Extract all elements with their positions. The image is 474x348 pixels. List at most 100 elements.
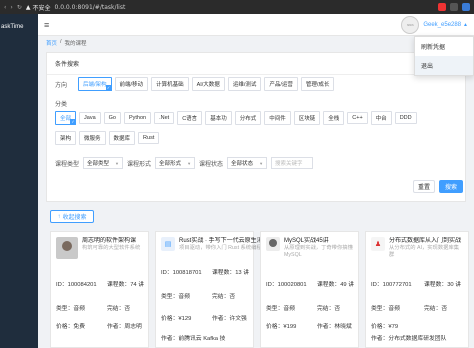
course-type: 类型：音频 — [371, 306, 401, 312]
course-author: 作者：分布式数据库研发团队 — [371, 336, 447, 342]
course-done: 完结：否 — [107, 306, 131, 312]
check-icon: ✓ — [105, 85, 112, 91]
collapse-search-button[interactable]: ↑ 收起搜索 — [50, 210, 94, 223]
category-chip[interactable]: .Net — [154, 112, 175, 124]
course-price: 价格：免费 — [56, 324, 86, 330]
panel-title: 条件搜索 — [47, 53, 465, 75]
category-chip[interactable]: Python — [123, 112, 152, 124]
course-desc: 构筑可靠的大型软件系统 — [82, 245, 141, 251]
extension-icon[interactable] — [438, 3, 446, 11]
course-desc: 从原理到实战，丁奇带你搞懂MySQL — [284, 245, 353, 258]
direction-chip[interactable]: AI/大数据 — [191, 77, 225, 91]
breadcrumb-home[interactable]: 首页 — [46, 39, 57, 47]
address-bar[interactable]: 0.0.0.0:8091/#/task/list — [54, 4, 125, 11]
menu-item-logout[interactable]: 退出 — [415, 56, 473, 75]
breadcrumb: 首页 / 我的课程 — [46, 39, 87, 47]
category-chip[interactable]: 架构 — [55, 131, 77, 145]
direction-chip[interactable]: 后端/架构 ✓ — [78, 77, 112, 91]
course-title: 分布式数据库从入门到实战 — [389, 238, 462, 244]
profile-icon[interactable] — [462, 3, 470, 11]
category-chip[interactable]: Rust — [138, 132, 160, 144]
course-desc: 从分布式的 AI，实现数据库集群 — [389, 245, 460, 258]
course-status-label: 课程状态 — [199, 161, 224, 168]
course-price: 价格：¥79 — [371, 324, 399, 330]
filter-row: 课程类型 全部类型 ▼ 课程形式 全部形式 ▼ 课程状态 全部状态 ▼ 搜索关键字 — [55, 157, 314, 169]
direction-chip[interactable]: 前端/移动 — [114, 77, 149, 91]
browser-toolbar: ‹ › ↻ ▲ 不安全 0.0.0.0:8091/#/task/list — [0, 0, 474, 14]
avatar[interactable]: hhhh — [401, 15, 420, 34]
course-id: ID：100020801 — [266, 282, 307, 288]
course-id: ID：100772701 — [371, 282, 412, 288]
breadcrumb-current: 我的课程 — [64, 41, 87, 47]
chevron-down-icon: ▼ — [259, 160, 264, 166]
category-row-2: 架构 微服务 数据库 Rust — [55, 131, 160, 145]
forward-icon[interactable]: › — [10, 4, 12, 11]
course-author-extra: 作者：前腾讯云 Kafka 技 — [161, 336, 226, 342]
direction-chip[interactable]: 管理/成长 — [300, 77, 335, 91]
chevron-down-icon: ▼ — [115, 160, 120, 166]
category-chip[interactable]: 分布式 — [234, 111, 262, 125]
course-status-select[interactable]: 全部状态 ▼ — [227, 157, 268, 169]
course-card[interactable]: 周志明的软件架构课 构筑可靠的大型软件系统 ID：100084201 课程数：7… — [50, 231, 149, 348]
hamburger-menu-icon[interactable]: ≡ — [44, 20, 49, 30]
warning-icon: ▲ — [25, 3, 31, 11]
course-card[interactable]: MySQL实战45讲 从原理到实战，丁奇带你搞懂MySQL ID：1000208… — [260, 231, 359, 348]
reset-button[interactable]: 重置 — [413, 180, 435, 193]
check-icon: ✓ — [70, 119, 77, 125]
chevron-down-icon: ▼ — [187, 160, 192, 166]
back-icon[interactable]: ‹ — [4, 4, 6, 11]
category-chip[interactable]: 全部 ✓ — [55, 111, 77, 125]
reload-icon[interactable]: ↻ — [17, 4, 22, 11]
user-name[interactable]: Geek_e5e288 — [423, 22, 461, 28]
course-thumbnail — [266, 237, 280, 251]
category-row-1: 全部 ✓ Java Go Python .Net C语言 基本功 分布式 中间件 … — [55, 111, 417, 125]
category-label-row: 分类 — [55, 99, 75, 108]
direction-chip[interactable]: 产品/运营 — [264, 77, 298, 91]
chevron-up-icon[interactable]: ▲ — [463, 22, 468, 28]
course-lessons: 课程数：49 讲 — [317, 282, 355, 288]
direction-chip[interactable]: 运维/测试 — [227, 77, 262, 91]
course-title: MySQL实战45讲 — [284, 238, 329, 244]
course-lessons: 课程数：74 讲 — [107, 282, 145, 288]
sidebar: askTime — [0, 14, 38, 348]
course-card[interactable]: ♟ 分布式数据库从入门到实战 从分布式的 AI，实现数据库集群 ID：10077… — [365, 231, 469, 348]
course-card[interactable]: ▤ Rust实战 · 手写下一代云原生消息队列 项目驱动，带你入门 Rust 系… — [155, 231, 281, 348]
course-thumbnail: ▤ — [161, 237, 175, 251]
search-panel: 条件搜索 方向 后端/架构 ✓ 前端/移动 计算机基础 AI/大数据 运维/测试 … — [46, 52, 466, 202]
extension-icon[interactable] — [450, 3, 458, 11]
category-chip[interactable]: Java — [79, 112, 101, 124]
category-chip[interactable]: 数据库 — [108, 131, 136, 145]
course-author: 作者：周志明 — [107, 324, 142, 330]
arrow-up-icon: ↑ — [57, 213, 61, 220]
category-chip[interactable]: C语言 — [177, 111, 203, 125]
course-form-label: 课程形式 — [127, 161, 152, 168]
keyword-search-input[interactable]: 搜索关键字 — [271, 157, 314, 169]
course-price: 价格：¥199 — [266, 324, 297, 330]
search-button[interactable]: 搜索 — [439, 180, 463, 193]
category-chip[interactable]: 中间件 — [264, 111, 291, 125]
security-warning[interactable]: ▲ 不安全 — [26, 3, 51, 12]
course-author: 作者：林晓斌 — [317, 324, 352, 330]
course-price: 价格：¥129 — [161, 316, 192, 322]
course-id: ID：100818701 — [161, 270, 202, 276]
course-type: 类型：音频 — [266, 306, 296, 312]
category-chip[interactable]: Go — [103, 112, 121, 124]
category-chip[interactable]: 区块链 — [293, 111, 321, 125]
course-done: 完结：否 — [424, 306, 448, 312]
direction-row: 方向 后端/架构 ✓ 前端/移动 计算机基础 AI/大数据 运维/测试 产品/运营… — [55, 77, 335, 91]
category-chip[interactable]: 微服务 — [79, 131, 106, 145]
direction-chip[interactable]: 计算机基础 — [151, 77, 189, 91]
course-done: 完结：否 — [317, 306, 341, 312]
course-type: 类型：音频 — [56, 306, 86, 312]
course-title: 周志明的软件架构课 — [82, 238, 137, 244]
course-form-select[interactable]: 全部形式 ▼ — [155, 157, 196, 169]
category-chip[interactable]: C++ — [347, 112, 368, 124]
course-type-select[interactable]: 全部类型 ▼ — [83, 157, 124, 169]
category-chip[interactable]: 基本功 — [205, 111, 232, 125]
course-done: 完结：否 — [212, 294, 236, 300]
category-chip[interactable]: DDD — [394, 112, 417, 124]
category-chip[interactable]: 全栈 — [323, 111, 345, 125]
category-chip[interactable]: 中台 — [370, 111, 392, 125]
menu-item-refresh-credentials[interactable]: 刷新凭据 — [415, 37, 473, 56]
course-type-label: 课程类型 — [55, 161, 80, 168]
